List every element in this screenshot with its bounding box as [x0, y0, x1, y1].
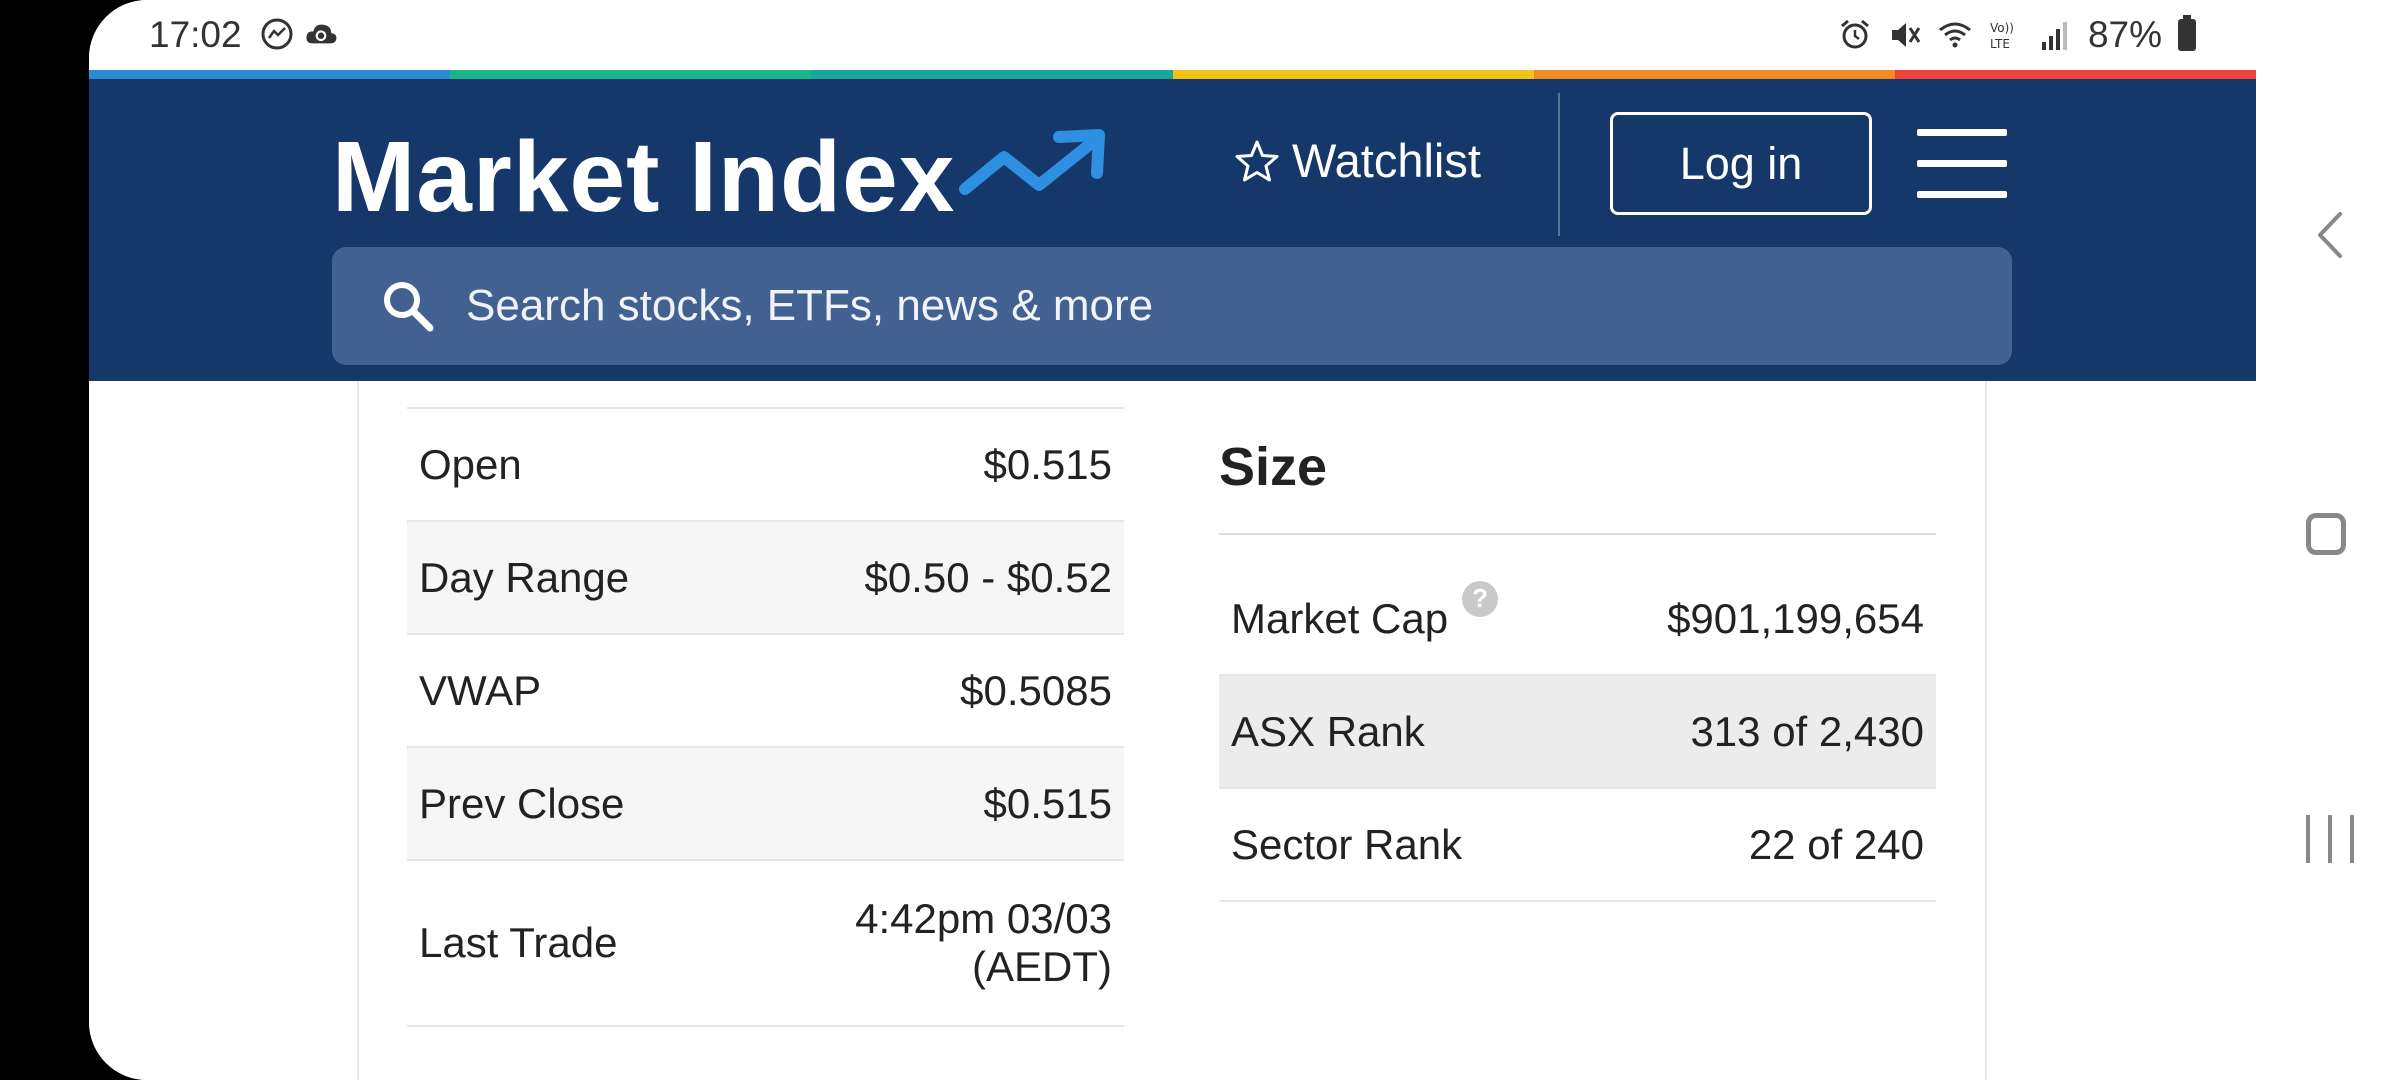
signal-icon — [2041, 22, 2067, 50]
status-time: 17:02 — [149, 14, 242, 55]
system-nav-bar — [2256, 0, 2400, 1080]
watchlist-link[interactable]: Watchlist — [1234, 131, 1481, 191]
search-icon — [384, 282, 434, 332]
trend-arrow-icon — [959, 129, 1105, 195]
status-bar: 17:02 Vo)) LTE 87% — [89, 0, 2256, 70]
row-label: Sector Rank — [1231, 820, 1463, 868]
help-icon[interactable]: ? — [1462, 580, 1499, 617]
row-label: Day Range — [419, 553, 630, 601]
svg-text:Vo)): Vo)) — [1990, 21, 2014, 35]
messenger-icon — [261, 18, 293, 50]
search-bar[interactable] — [332, 247, 2012, 365]
row-value: $0.515 — [983, 779, 1112, 827]
size-heading: Size — [1219, 437, 1328, 497]
login-button[interactable]: Log in — [1610, 112, 1872, 215]
card-border — [357, 381, 359, 1080]
main-content: Open $0.515 Day Range $0.50 - $0.52 VWAP… — [89, 381, 2256, 1080]
last-trade-timezone: (AEDT) — [972, 943, 1112, 990]
row-label: Market Cap? — [1231, 580, 1499, 643]
size-divider — [1219, 533, 1936, 535]
table-row: Day Range $0.50 - $0.52 — [407, 522, 1124, 635]
search-input[interactable] — [464, 280, 1868, 332]
last-trade-time: 4:42pm 03/03 — [855, 895, 1112, 942]
table-row: Market Cap? $901,199,654 — [1219, 563, 1936, 676]
wifi-icon — [1939, 22, 1971, 48]
site-logo[interactable]: Market Index — [332, 117, 955, 237]
card-border — [1985, 381, 1987, 1080]
row-value: $0.50 - $0.52 — [864, 553, 1112, 601]
row-value: 22 of 240 — [1748, 820, 1924, 868]
table-row: Prev Close $0.515 — [407, 748, 1124, 861]
table-row: Sector Rank 22 of 240 — [1219, 789, 1936, 902]
home-icon[interactable] — [2306, 513, 2346, 555]
row-label: Prev Close — [419, 779, 625, 827]
table-top-line — [407, 371, 1124, 409]
browser-screen: 17:02 Vo)) LTE 87% Market Index Watchlis… — [89, 0, 2256, 1080]
row-label: Open — [419, 440, 522, 488]
table-row: Last Trade 4:42pm 03/03 (AEDT) — [407, 861, 1124, 1027]
alarm-icon — [1840, 19, 1869, 49]
row-value: 4:42pm 03/03 (AEDT) — [855, 895, 1112, 991]
volte-icon: Vo)) LTE — [1990, 21, 2014, 51]
battery-icon — [2178, 15, 2196, 51]
row-value: 313 of 2,430 — [1690, 707, 1924, 755]
market-cap-label: Market Cap — [1231, 594, 1449, 642]
watchlist-label: Watchlist — [1292, 134, 1481, 187]
cloud-sync-icon — [306, 24, 337, 44]
row-label: ASX Rank — [1231, 707, 1425, 755]
table-row: Open $0.515 — [407, 409, 1124, 522]
price-table: Open $0.515 Day Range $0.50 - $0.52 VWAP… — [407, 371, 1124, 1027]
svg-text:LTE: LTE — [1990, 37, 2010, 51]
mute-icon — [1891, 23, 1921, 47]
back-icon[interactable] — [2314, 210, 2344, 260]
table-row: VWAP $0.5085 — [407, 635, 1124, 748]
row-value: $0.5085 — [960, 666, 1112, 714]
star-icon — [1235, 140, 1279, 182]
menu-icon[interactable] — [1917, 129, 2007, 199]
row-value: $901,199,654 — [1667, 594, 1924, 642]
battery-percent: 87% — [2087, 14, 2162, 55]
row-label: Last Trade — [419, 919, 618, 966]
color-stripe — [89, 70, 2256, 79]
row-value: $0.515 — [983, 440, 1112, 488]
recents-icon[interactable] — [2306, 815, 2354, 863]
site-header: Market Index Watchlist Log in — [89, 79, 2256, 381]
row-label: VWAP — [419, 666, 542, 714]
table-row: ASX Rank 313 of 2,430 — [1219, 676, 1936, 789]
size-table: Market Cap? $901,199,654 ASX Rank 313 of… — [1219, 563, 1936, 902]
header-divider — [1558, 93, 1560, 236]
